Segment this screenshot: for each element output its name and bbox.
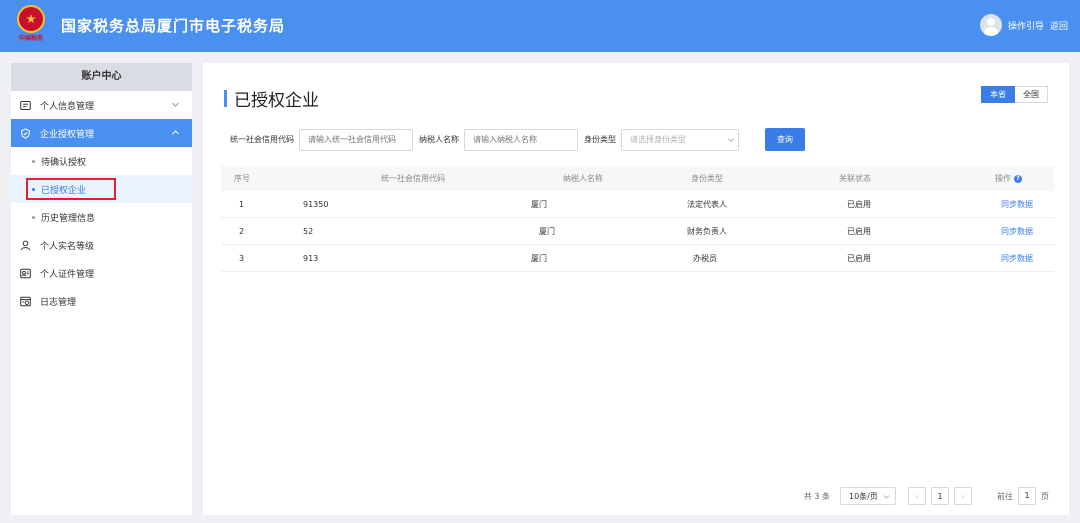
credit-code-label: 统一社会信用代码 — [230, 135, 294, 144]
top-header: 中国税务 国家税务总局厦门市电子税务局 操作引导 返回 — [0, 0, 1080, 52]
scope-toggle: 本省 全国 — [981, 86, 1048, 103]
sidebar-subitem-label: 历史管理信息 — [41, 213, 96, 224]
sidebar-item-personal-info[interactable]: 个人信息管理 — [11, 91, 192, 119]
page-size-select[interactable]: 10条/页 — [840, 487, 896, 505]
identity-type-select[interactable]: 请选择身份类型 — [621, 128, 745, 151]
page-title: 已授权企业 — [224, 86, 319, 111]
col-header-link-status: 关联状态 — [839, 174, 871, 183]
main-panel: 已授权企业 本省 全国 统一社会信用代码 纳税人名称 身份类型 请选择身份类型 … — [203, 63, 1069, 515]
cell-credit-code: 91350 — [303, 199, 329, 209]
sync-data-link[interactable]: 同步数据 — [997, 253, 1033, 264]
title-accent-bar — [224, 90, 227, 107]
sidebar-item-certificate[interactable]: 个人证件管理 — [11, 259, 192, 287]
sidebar-item-label: 个人证件管理 — [40, 269, 95, 280]
help-icon[interactable]: ? — [1014, 174, 1022, 183]
avatar[interactable] — [979, 14, 1002, 36]
total-count: 共 3 条 — [803, 491, 830, 501]
sidebar: 账户中心 个人信息管理 企业授权管理 待确认授权 已授权企业 历史管理信息 个人… — [11, 63, 192, 515]
sidebar-subitem-history[interactable]: 历史管理信息 — [11, 203, 192, 231]
user-icon — [20, 240, 31, 251]
taxpayer-name-label: 纳税人名称 — [419, 135, 459, 144]
cell-credit-code: 913 — [303, 253, 319, 263]
cell-taxpayer-name: 厦门 — [531, 199, 547, 209]
sidebar-item-log[interactable]: 日志管理 — [11, 287, 192, 315]
table-row: 2 52 厦门 财务负责人 已启用 同步数据 — [221, 218, 1054, 245]
cell-link-status: 已启用 — [847, 253, 871, 263]
identity-type-placeholder: 请选择身份类型 — [621, 128, 739, 151]
scope-local-button[interactable]: 本省 — [981, 86, 1015, 103]
page-title-text: 已授权企业 — [234, 91, 319, 111]
shield-check-icon — [20, 127, 31, 139]
sync-data-link[interactable]: 同步数据 — [997, 226, 1033, 237]
col-header-actions-label: 操作 — [995, 174, 1011, 183]
tax-emblem-logo: 中国税务 — [16, 5, 46, 43]
col-header-credit-code: 统一社会信用代码 — [381, 174, 445, 183]
site-title: 国家税务总局厦门市电子税务局 — [61, 17, 286, 35]
query-button[interactable]: 查询 — [765, 128, 805, 151]
sidebar-subitem-label: 待确认授权 — [41, 157, 87, 168]
page-unit-label: 页 — [1041, 491, 1049, 501]
page-number-button[interactable]: 1 — [931, 487, 949, 505]
col-header-taxpayer-name: 纳税人名称 — [563, 174, 603, 183]
sidebar-item-label: 个人实名等级 — [40, 241, 95, 252]
back-link[interactable]: 返回 — [1050, 19, 1068, 32]
prev-page-button[interactable]: ‹ — [908, 487, 926, 505]
cell-taxpayer-name: 厦门 — [539, 226, 555, 236]
cell-index: 1 — [239, 199, 245, 209]
cell-credit-code: 52 — [303, 226, 314, 236]
col-header-identity-type: 身份类型 — [691, 174, 723, 183]
bullet-dot — [32, 159, 35, 163]
table-row: 3 913 厦门 办税员 已启用 同步数据 — [221, 245, 1054, 272]
page-size-value: 10条/页 — [849, 491, 878, 501]
col-header-index: 序号 — [234, 174, 250, 183]
cell-identity-type: 财务负责人 — [687, 226, 727, 236]
goto-page-input[interactable]: 1 — [1018, 487, 1036, 505]
cell-identity-type: 办税员 — [693, 253, 717, 263]
cell-link-status: 已启用 — [847, 226, 871, 236]
chevron-up-icon — [172, 130, 179, 135]
col-header-actions: 操作 ? — [961, 173, 1054, 184]
sidebar-title: 账户中心 — [11, 63, 192, 91]
cell-taxpayer-name: 厦门 — [531, 253, 547, 263]
log-icon — [20, 296, 31, 307]
highlight-box — [26, 178, 116, 200]
pagination: 共 3 条 10条/页 ‹ 1 › 前往 1 页 — [804, 487, 1049, 505]
sidebar-item-real-name-level[interactable]: 个人实名等级 — [11, 231, 192, 259]
chevron-down-icon — [728, 137, 734, 142]
cell-link-status: 已启用 — [847, 199, 871, 209]
sidebar-subitem-authorized-enterprises[interactable]: 已授权企业 — [11, 175, 192, 203]
sidebar-item-label: 日志管理 — [40, 297, 77, 308]
chevron-down-icon — [883, 495, 890, 499]
sidebar-item-label: 个人信息管理 — [40, 101, 95, 112]
emblem-disc — [17, 5, 45, 33]
identity-type-label: 身份类型 — [584, 135, 616, 144]
credit-code-input[interactable] — [299, 128, 413, 151]
filter-bar: 统一社会信用代码 纳税人名称 身份类型 请选择身份类型 查询 — [230, 128, 805, 151]
sidebar-item-enterprise-auth[interactable]: 企业授权管理 — [11, 119, 192, 147]
goto-label: 前往 — [997, 491, 1013, 501]
taxpayer-name-input[interactable] — [464, 128, 578, 151]
cell-index: 2 — [239, 226, 245, 236]
sync-data-link[interactable]: 同步数据 — [997, 199, 1033, 210]
sidebar-subitem-pending-auth[interactable]: 待确认授权 — [11, 147, 192, 175]
table-header-row: 序号 统一社会信用代码 纳税人名称 身份类型 关联状态 操作 ? — [221, 166, 1054, 191]
next-page-button[interactable]: › — [954, 487, 972, 505]
guide-link[interactable]: 操作引导 — [1008, 19, 1044, 32]
cell-index: 3 — [239, 253, 245, 263]
id-card-icon — [20, 100, 31, 111]
table-row: 1 91350 厦门 法定代表人 已启用 同步数据 — [221, 191, 1054, 218]
certificate-icon — [20, 268, 31, 279]
cell-identity-type: 法定代表人 — [687, 199, 727, 209]
chevron-down-icon — [172, 102, 179, 107]
bullet-dot — [32, 215, 35, 219]
authorized-enterprise-table: 序号 统一社会信用代码 纳税人名称 身份类型 关联状态 操作 ? 1 91350… — [221, 166, 1054, 272]
scope-all-button[interactable]: 全国 — [1015, 86, 1048, 103]
header-actions: 操作引导 返回 — [979, 14, 1068, 36]
emblem-ribbon-text: 中国税务 — [18, 35, 43, 42]
sidebar-item-label: 企业授权管理 — [40, 129, 95, 140]
